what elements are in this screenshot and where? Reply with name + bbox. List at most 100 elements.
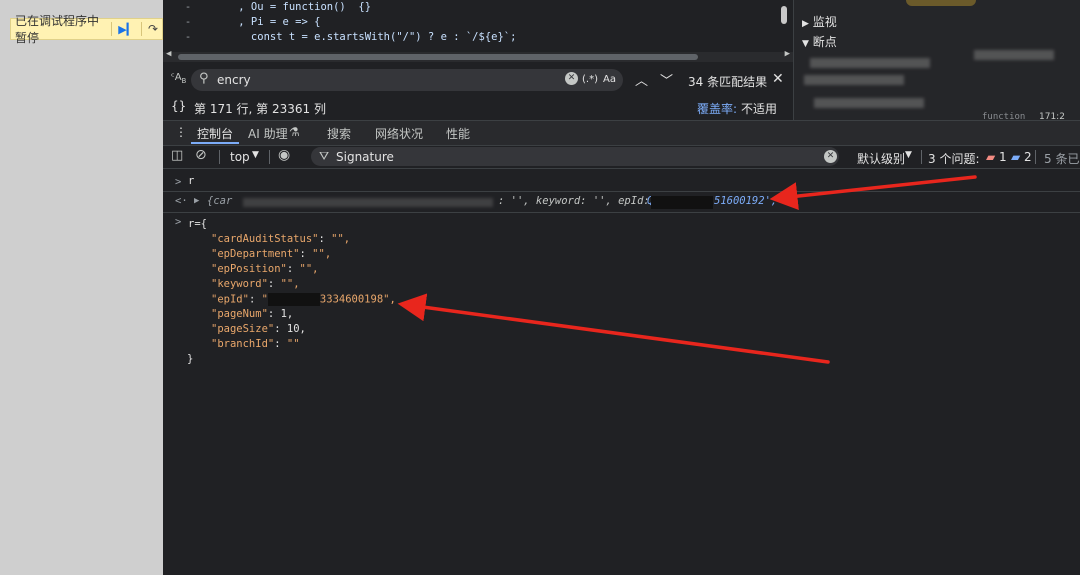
object-field: "branchId": "" [211, 338, 300, 350]
tab-performance[interactable]: 性能 [446, 125, 470, 142]
drawer-menu-icon[interactable]: ⋮ [175, 125, 187, 139]
object-field: "epPosition": "", [211, 263, 318, 275]
field-separator: : [267, 278, 281, 290]
coverage-label: 覆盖率: [697, 102, 738, 116]
vertical-scrollbar[interactable] [781, 6, 787, 24]
field-separator: : [299, 248, 313, 260]
field-key: "epDepartment" [211, 248, 300, 260]
context-selector[interactable]: top [230, 150, 250, 164]
match-case-toggle[interactable]: Aa [603, 74, 616, 85]
object-field: "epDepartment": "", [211, 248, 331, 260]
pretty-print-icon[interactable]: {} [171, 99, 186, 113]
field-value: 1, [280, 308, 294, 320]
field-key: "pageNum" [211, 308, 268, 320]
object-preview-epid-tail: 51600192', [714, 195, 784, 207]
active-tab-indicator [191, 142, 239, 144]
toolbar-divider [921, 150, 922, 164]
warning-issue-icon: ▰ [1011, 150, 1021, 164]
filter-text: Signature [336, 150, 394, 164]
close-search-icon[interactable]: ✕ [772, 71, 784, 87]
watch-section[interactable]: ▶ 监视 [794, 12, 1080, 32]
search-input[interactable]: ⚲ encry ✕ (.*) Aa [191, 69, 623, 91]
expand-object-icon[interactable]: ▶ [194, 196, 199, 206]
search-query: encry [217, 73, 251, 87]
log-level-selector[interactable]: 默认级别 [857, 150, 905, 167]
clear-search-icon[interactable]: ✕ [565, 72, 578, 85]
top-badge [906, 0, 976, 6]
result-prompt-icon: <· [175, 195, 188, 207]
previous-match-icon[interactable]: ︿ [635, 70, 648, 89]
object-close-brace: } [187, 353, 194, 365]
field-value: "", [312, 248, 332, 260]
object-preview-start[interactable]: {car [207, 195, 232, 207]
regex-toggle[interactable]: (.*) [582, 74, 598, 85]
code-line: - , Ou = function() {} [163, 0, 793, 15]
field-separator: : [267, 308, 281, 320]
resume-icon[interactable]: ▶▎ [118, 23, 135, 36]
code-line: - const t = e.startsWith("/") ? e : `/${… [163, 30, 793, 45]
scroll-left-icon[interactable]: ◀ [166, 49, 171, 59]
clear-console-icon[interactable]: ⊘ [195, 147, 207, 163]
paused-in-debugger-banner: 已在调试程序中暂停 ▶▎ ↷ [10, 14, 163, 45]
code-gutter: - [184, 31, 192, 43]
redacted-breakpoint [804, 75, 904, 85]
live-expression-eye-icon[interactable]: ◉ [278, 147, 290, 163]
collapse-triangle-icon: ▼ [802, 39, 809, 49]
field-key: "pageSize" [211, 323, 275, 335]
field-value: 10, [286, 323, 306, 335]
field-value: "", [299, 263, 319, 275]
redacted-epid [267, 293, 320, 306]
breakpoints-label: 断点 [812, 35, 837, 49]
field-separator: : [248, 293, 262, 306]
error-issue-count: 1 [999, 150, 1007, 164]
next-match-icon[interactable]: ﹀ [660, 70, 673, 89]
field-key: "cardAuditStatus" [211, 233, 319, 245]
horizontal-scrollbar[interactable]: ◀ ▶ [163, 49, 793, 62]
code-gutter: - [184, 1, 192, 13]
message-divider [163, 191, 1080, 192]
field-value: "", [280, 278, 300, 290]
tab-ai-assistance[interactable]: AI 助理 [248, 125, 288, 142]
replace-toggle-icon[interactable]: ᶜAB [171, 72, 186, 85]
tab-search[interactable]: 搜索 [327, 125, 351, 142]
field-separator: : [274, 338, 287, 350]
field-separator: : [318, 233, 332, 245]
code-text: const t = e.startsWith("/") ? e : `/${e}… [213, 31, 517, 43]
object-field: "pageNum": 1, [211, 308, 293, 320]
redacted-breakpoint [814, 98, 924, 108]
clear-filter-icon[interactable]: ✕ [824, 150, 837, 163]
toolbar-divider [269, 150, 270, 164]
paused-banner-text: 已在调试程序中暂停 [15, 14, 100, 45]
hidden-messages-count[interactable]: 5 条已隐藏 [1044, 150, 1080, 167]
input-prompt-icon: > [175, 176, 182, 188]
field-value: "" [286, 338, 300, 350]
redacted-object-preview [243, 198, 493, 207]
console-input-assignment: r={ [188, 218, 207, 230]
step-over-icon[interactable]: ↷ [148, 22, 158, 36]
object-field: "pageSize": 10, [211, 323, 306, 335]
field-key: "keyword" [211, 278, 268, 290]
message-divider [163, 212, 1080, 213]
console-filter-input[interactable]: ⛛ Signature ✕ [311, 147, 839, 166]
watch-label: 监视 [812, 15, 837, 29]
scroll-right-icon[interactable]: ▶ [785, 49, 790, 59]
breakpoints-section[interactable]: ▼ 断点 [794, 32, 1080, 52]
chevron-down-icon: ▼ [905, 150, 912, 160]
horizontal-scroll-thumb[interactable] [178, 54, 698, 60]
code-line: - , Pi = e => { [163, 15, 793, 30]
error-issue-icon: ▰ [986, 150, 996, 164]
tab-console[interactable]: 控制台 [197, 125, 233, 142]
redacted-epid [651, 196, 713, 209]
issues-label[interactable]: 3 个问题: [928, 150, 980, 167]
field-value: 3334600198", [319, 293, 396, 306]
tab-network-conditions[interactable]: 网络状况 [375, 125, 423, 142]
drawer-tabs: ⋮ 控制台 AI 助理 ⚗ 搜索 网络状况 性能 [163, 120, 1080, 146]
page-viewport: 已在调试程序中暂停 ▶▎ ↷ [0, 0, 163, 575]
banner-divider [141, 22, 142, 36]
cursor-position: 第 171 行, 第 23361 列 [194, 102, 326, 116]
expand-triangle-icon: ▶ [802, 19, 809, 29]
sidebar-toggle-icon[interactable]: ◫ [171, 148, 183, 163]
code-text: , Pi = e => { [213, 16, 321, 28]
coverage-value: 不适用 [741, 102, 778, 116]
toolbar-divider [1035, 150, 1036, 164]
